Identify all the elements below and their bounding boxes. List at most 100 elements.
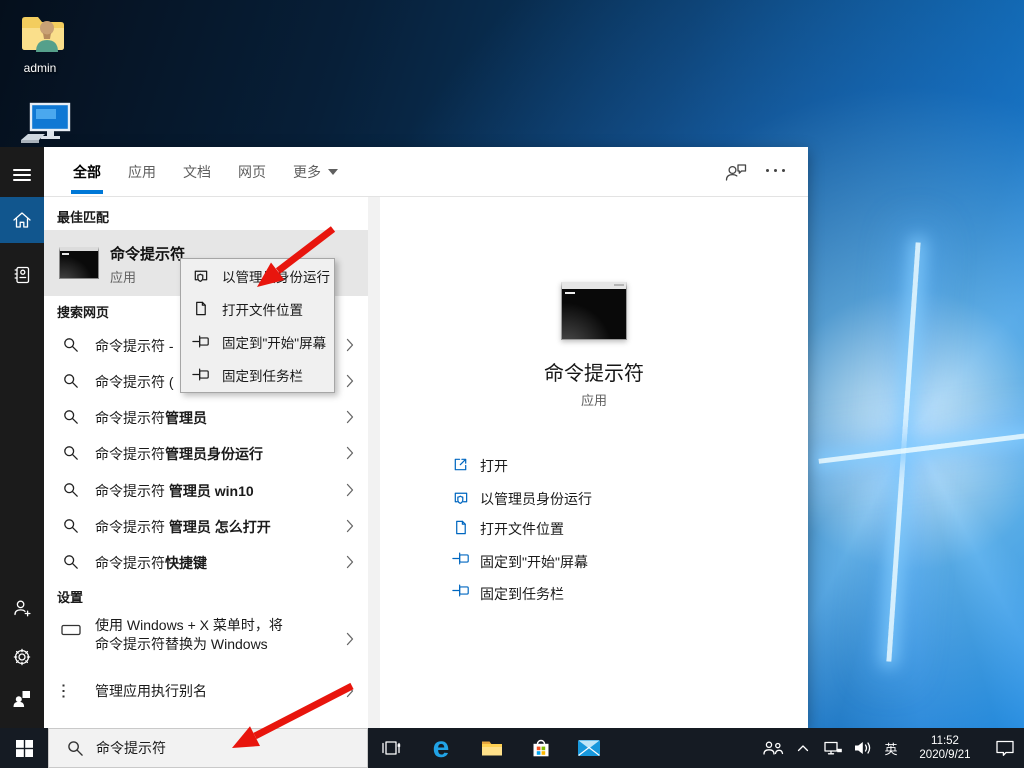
tab-web[interactable]: 网页 — [238, 147, 266, 197]
web-suggestion-row[interactable]: 命令提示符快捷键 — [44, 544, 368, 580]
pin-icon — [452, 584, 470, 602]
pin-icon — [192, 368, 212, 381]
web-suggestion-row[interactable]: 命令提示符 管理员 win10 — [44, 472, 368, 508]
chevron-right-icon[interactable] — [346, 519, 354, 538]
tab-apps[interactable]: 应用 — [128, 147, 156, 197]
start-button[interactable] — [0, 728, 48, 768]
microsoft-store-button[interactable] — [518, 728, 564, 768]
best-match-header: 最佳匹配 — [57, 207, 109, 226]
feedback-button[interactable] — [724, 162, 748, 187]
settings-result-row[interactable]: 管理应用执行别名 — [44, 673, 368, 709]
menu-item-run-as-admin[interactable]: 以管理员身份运行 — [181, 259, 334, 292]
tab-documents[interactable]: 文档 — [183, 147, 211, 197]
mail-button[interactable] — [566, 728, 612, 768]
chevron-right-icon[interactable] — [346, 483, 354, 502]
rail-home-button[interactable] — [0, 197, 44, 243]
context-menu: 以管理员身份运行 打开文件位置 固定到"开始"屏幕 固定到任务栏 — [180, 258, 335, 393]
network-icon — [823, 740, 843, 756]
chevron-right-icon[interactable] — [346, 632, 354, 651]
chevron-right-icon[interactable] — [346, 684, 354, 703]
rail-account-button[interactable] — [0, 588, 44, 628]
web-suggestion-row[interactable]: 命令提示符管理员 — [44, 399, 368, 435]
task-view-button[interactable] — [368, 728, 414, 768]
search-icon — [63, 554, 79, 575]
person-feedback-icon — [724, 162, 748, 182]
tray-overflow-button[interactable] — [788, 744, 818, 752]
chevron-up-icon — [797, 744, 809, 752]
taskbar-search-box[interactable]: 命令提示符 — [48, 728, 368, 768]
taskbar-clock[interactable]: 11:52 2020/9/21 — [910, 734, 980, 762]
preview-action-pin-to-taskbar[interactable]: 固定到任务栏 — [380, 579, 808, 607]
tab-all[interactable]: 全部 — [73, 147, 101, 197]
web-suggestion-row[interactable]: 命令提示符管理员身份运行 — [44, 435, 368, 471]
run-as-admin-icon — [452, 489, 469, 511]
people-button[interactable] — [758, 740, 788, 756]
search-icon — [67, 740, 84, 757]
rail-feedback-button[interactable] — [0, 679, 44, 719]
search-left-rail — [0, 147, 44, 728]
menu-item-pin-to-start[interactable]: 固定到"开始"屏幕 — [181, 325, 334, 358]
menu-item-pin-to-taskbar[interactable]: 固定到任务栏 — [181, 358, 334, 391]
best-match-subtitle: 应用 — [110, 267, 136, 286]
action-center-icon — [995, 739, 1015, 757]
rail-settings-button[interactable] — [0, 637, 44, 677]
cmd-app-icon — [59, 247, 99, 279]
search-icon — [63, 373, 79, 394]
chevron-right-icon[interactable] — [346, 446, 354, 465]
pin-icon — [192, 335, 212, 348]
search-icon — [63, 409, 79, 430]
taskbar-search-value: 命令提示符 — [96, 738, 166, 758]
more-options-button[interactable] — [766, 169, 792, 172]
mail-icon — [577, 739, 601, 757]
this-pc-icon — [17, 100, 75, 148]
chevron-right-icon[interactable] — [346, 555, 354, 574]
gear-icon — [12, 647, 32, 667]
preview-action-pin-to-start[interactable]: 固定到"开始"屏幕 — [380, 547, 808, 575]
volume-button[interactable] — [848, 740, 878, 756]
search-panel: 全部 应用 文档 网页 更多 最佳匹配 命令提示符 应用 搜索网页 命令提示符 … — [44, 147, 808, 728]
file-location-icon — [192, 300, 212, 317]
taskbar: 命令提示符 e — [0, 728, 1024, 768]
action-center-button[interactable] — [986, 739, 1024, 757]
menu-item-open-file-location[interactable]: 打开文件位置 — [181, 292, 334, 325]
preview-pane: 命令提示符 应用 打开 以管理员身份运行 打开文件位置 固定到"开始"屏幕 固定 — [380, 197, 808, 728]
web-suggestion-row[interactable]: 命令提示符 管理员 怎么打开 — [44, 508, 368, 544]
tab-more[interactable]: 更多 — [293, 147, 338, 197]
network-button[interactable] — [818, 740, 848, 756]
people-icon — [762, 740, 784, 756]
notebook-icon — [12, 265, 32, 285]
folder-icon — [480, 738, 504, 758]
preview-app-subtitle: 应用 — [380, 390, 808, 409]
search-tabs-row: 全部 应用 文档 网页 更多 — [44, 147, 808, 197]
app-alias-list-icon — [61, 683, 79, 704]
ime-indicator[interactable]: 英 — [878, 739, 904, 758]
file-explorer-button[interactable] — [469, 728, 515, 768]
admin-folder-icon — [14, 12, 66, 58]
desktop-icon-admin-folder[interactable]: admin — [8, 12, 72, 75]
preview-action-open[interactable]: 打开 — [380, 451, 808, 479]
system-tray: 英 11:52 2020/9/21 — [758, 728, 1024, 768]
preview-action-open-file-location[interactable]: 打开文件位置 — [380, 514, 808, 542]
panel-column-divider — [368, 197, 380, 728]
store-icon — [530, 737, 552, 759]
desktop-icon-this-pc[interactable] — [14, 100, 78, 151]
task-view-icon — [380, 739, 402, 757]
feedback-icon — [12, 689, 32, 709]
cmd-app-icon-large — [561, 282, 627, 340]
settings-result-row[interactable]: 使用 Windows + X 菜单时，将 命令提示符替换为 Windows — [44, 611, 368, 667]
preview-action-run-as-admin[interactable]: 以管理员身份运行 — [380, 484, 808, 512]
pin-icon — [452, 552, 470, 570]
file-location-icon — [452, 519, 469, 541]
preview-app-title: 命令提示符 — [380, 357, 808, 386]
rail-journal-button[interactable] — [0, 255, 44, 295]
edge-browser-button[interactable]: e — [418, 728, 464, 768]
home-icon — [12, 211, 32, 229]
edge-icon: e — [433, 733, 450, 763]
chevron-right-icon[interactable] — [346, 410, 354, 429]
chevron-right-icon[interactable] — [346, 338, 354, 357]
clock-date: 2020/9/21 — [910, 748, 980, 762]
settings-header: 设置 — [57, 587, 83, 606]
search-icon — [63, 445, 79, 466]
chevron-right-icon[interactable] — [346, 374, 354, 393]
hamburger-menu-button[interactable] — [0, 155, 44, 195]
